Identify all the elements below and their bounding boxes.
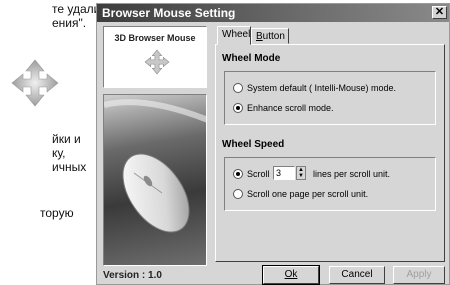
scroll-lines-input[interactable]: 3	[273, 166, 295, 180]
ok-button-label: Ok	[284, 269, 298, 280]
tab-wheel-label: Wheel	[222, 29, 251, 40]
doc-line-6: торую	[40, 206, 74, 220]
wheel-tab-panel: Wheel Mode System default ( Intelli-Mous…	[215, 44, 445, 262]
ok-button[interactable]: Ok	[262, 265, 320, 285]
doc-line-3: йки и	[52, 132, 81, 146]
apply-button[interactable]: Apply	[393, 266, 445, 284]
cancel-button[interactable]: Cancel	[329, 266, 385, 284]
enhance-scroll-radio[interactable]	[233, 103, 243, 113]
wheel-speed-title: Wheel Speed	[222, 139, 285, 150]
close-button[interactable]: ✕	[432, 6, 447, 19]
wheel-speed-group: Scroll 3 ▲ ▼ lines per scroll unit. Scro…	[224, 157, 436, 211]
system-default-label[interactable]: System default ( Intelli-Mouse) mode.	[247, 82, 396, 94]
cancel-button-label: Cancel	[341, 269, 373, 280]
scroll-suffix: lines per scroll unit.	[313, 169, 391, 179]
system-default-radio[interactable]	[233, 83, 243, 93]
tab-wheel[interactable]: Wheel	[217, 26, 251, 45]
move-arrows-icon	[144, 49, 170, 75]
window-title: Browser Mouse Setting	[102, 6, 236, 20]
title-bar[interactable]: Browser Mouse Setting ✕	[97, 4, 449, 22]
doc-line-2: ения".	[52, 16, 87, 30]
tab-button-label: utton	[262, 31, 285, 42]
enhance-scroll-label[interactable]: Enhance scroll mode.	[247, 102, 334, 114]
scroll-label[interactable]: Scroll	[247, 168, 270, 180]
move-arrows-icon	[11, 59, 59, 107]
tab-button-mnemonic: B	[256, 31, 263, 42]
scroll-page-label[interactable]: Scroll one page per scroll unit.	[247, 188, 368, 200]
mouse-illustration	[104, 99, 206, 233]
scroll-lines-spinner[interactable]: ▲ ▼	[296, 166, 306, 180]
version-label: Version : 1.0	[103, 270, 162, 281]
logo-title: 3D Browser Mouse	[114, 33, 196, 43]
mouse-image	[103, 94, 207, 266]
tab-button[interactable]: Button	[251, 28, 289, 44]
doc-line-4: ку,	[52, 146, 66, 160]
wheel-mode-title: Wheel Mode	[222, 53, 281, 64]
dialog-client: 3D Browser Mouse Version : 1.0 Wheel But…	[97, 22, 449, 285]
scroll-lines-radio[interactable]	[233, 169, 243, 179]
browser-mouse-setting-window: Browser Mouse Setting ✕ 3D Browser Mouse	[96, 3, 450, 285]
spinner-down-icon[interactable]: ▼	[297, 173, 305, 179]
wheel-mode-group: System default ( Intelli-Mouse) mode. En…	[224, 71, 436, 125]
apply-button-label: Apply	[406, 269, 432, 280]
doc-line-5: ичных	[52, 160, 87, 174]
scroll-page-radio[interactable]	[233, 189, 243, 199]
background-document: те удалить ения". йки и ку, ичных торую	[0, 0, 112, 285]
logo-panel: 3D Browser Mouse	[103, 26, 207, 88]
